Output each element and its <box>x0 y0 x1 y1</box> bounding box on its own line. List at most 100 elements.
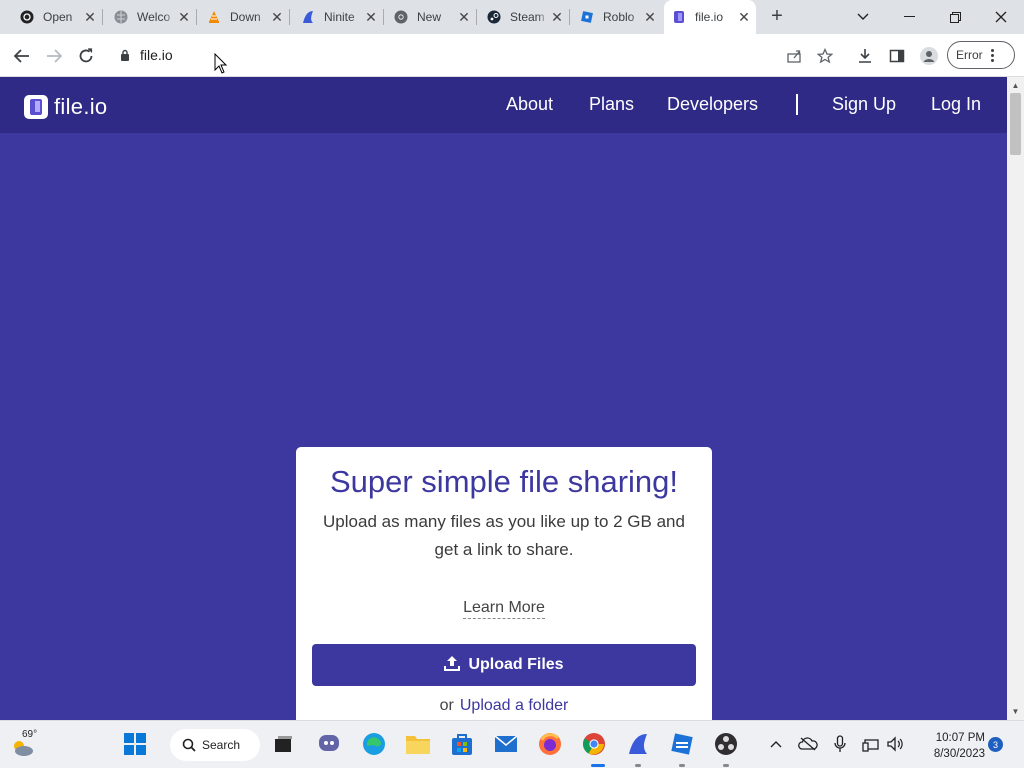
microphone-icon[interactable] <box>829 731 851 757</box>
obs-studio-icon[interactable] <box>713 731 739 757</box>
nav-plans[interactable]: Plans <box>589 94 634 115</box>
search-label: Search <box>202 738 241 752</box>
show-hidden-icons-chevron[interactable] <box>764 731 788 757</box>
profile-avatar[interactable] <box>915 42 943 70</box>
tab-title: file.io <box>695 10 724 24</box>
mouse-cursor-icon <box>214 52 228 80</box>
nav-developers[interactable]: Developers <box>667 94 758 115</box>
taskbar-search[interactable]: Search <box>170 729 260 761</box>
nav-sign-up[interactable]: Sign Up <box>832 94 896 115</box>
close-tab-icon[interactable]: ✕ <box>549 9 565 25</box>
tab-download[interactable]: Down ✕ <box>199 4 290 30</box>
start-menu-icon[interactable] <box>122 731 148 757</box>
tab-title: Open <box>43 10 73 24</box>
learn-more-link[interactable]: Learn More <box>463 599 545 619</box>
close-tab-icon[interactable]: ✕ <box>456 9 472 25</box>
side-panel-icon[interactable] <box>883 42 911 70</box>
active-app-indicator <box>591 764 605 767</box>
network-icon[interactable] <box>860 731 882 757</box>
fileio-icon <box>672 10 686 24</box>
edge-icon[interactable] <box>361 731 387 757</box>
url-text: file.io <box>140 47 173 63</box>
weather-temperature: 69° <box>22 729 38 740</box>
reload-button[interactable] <box>72 42 100 70</box>
notification-badge[interactable]: 3 <box>988 737 1003 752</box>
restore-button[interactable] <box>932 0 978 34</box>
close-tab-icon[interactable]: ✕ <box>736 9 752 25</box>
tab-title: Roblo <box>603 10 635 24</box>
tab-new[interactable]: New ✕ <box>386 4 477 30</box>
onedrive-offline-icon[interactable] <box>796 731 820 757</box>
teams-chat-icon[interactable] <box>316 731 342 757</box>
tab-title: Down <box>230 10 261 24</box>
fileio-logo-icon <box>24 95 48 119</box>
firefox-icon[interactable] <box>537 731 563 757</box>
roblox-studio-icon[interactable] <box>669 731 695 757</box>
tab-openai[interactable]: Open ✕ <box>12 4 103 30</box>
back-button[interactable] <box>8 42 36 70</box>
tab-search-chevron-icon[interactable] <box>840 0 886 34</box>
hero-title: Super simple file sharing! <box>329 464 679 499</box>
windows-taskbar: 69° Search 10:07 PM 8/30/2023 3 <box>0 720 1024 768</box>
partly-cloudy-icon <box>10 739 34 762</box>
or-text: or <box>439 697 454 714</box>
scroll-down-icon[interactable]: ▼ <box>1011 707 1020 716</box>
downloads-icon[interactable] <box>851 42 879 70</box>
ninite-taskbar-icon[interactable] <box>625 731 651 757</box>
forward-button[interactable] <box>40 42 68 70</box>
upload-files-label: Upload Files <box>468 656 564 673</box>
clock-time: 10:07 PM <box>935 732 985 744</box>
vlc-icon <box>207 10 221 24</box>
chrome-icon <box>394 10 408 24</box>
tab-roblox[interactable]: Roblo ✕ <box>572 4 662 30</box>
microsoft-store-icon[interactable] <box>449 731 475 757</box>
file-explorer-icon[interactable] <box>405 731 431 757</box>
tab-steam[interactable]: Steam ✕ <box>479 4 570 30</box>
more-menu-icon[interactable] <box>990 48 994 62</box>
site-navbar: file.io About Plans Developers Sign Up L… <box>0 77 1007 133</box>
logo-text: file.io <box>54 94 108 119</box>
system-clock[interactable]: 10:07 PM 8/30/2023 <box>915 730 985 762</box>
ninite-icon <box>301 10 315 24</box>
task-view-icon[interactable] <box>270 731 296 757</box>
minimize-button[interactable] <box>886 0 932 34</box>
weather-widget[interactable]: 69° <box>8 729 44 761</box>
nav-about[interactable]: About <box>506 94 553 115</box>
scroll-up-icon[interactable]: ▲ <box>1011 81 1020 90</box>
scrollbar-thumb[interactable] <box>1010 93 1021 155</box>
site-logo[interactable]: file.io <box>24 94 107 120</box>
page-content: file.io About Plans Developers Sign Up L… <box>0 77 1007 720</box>
nav-log-in[interactable]: Log In <box>931 94 981 115</box>
roblox-icon <box>580 10 594 24</box>
chrome-taskbar-icon[interactable] <box>581 731 607 757</box>
volume-icon[interactable] <box>884 731 906 757</box>
new-tab-button[interactable]: + <box>766 6 788 28</box>
globe-icon <box>114 10 128 24</box>
tab-title: Steam <box>510 10 545 24</box>
vertical-scrollbar[interactable]: ▲ ▼ <box>1007 77 1024 720</box>
close-tab-icon[interactable]: ✕ <box>269 9 285 25</box>
close-tab-icon[interactable]: ✕ <box>642 9 658 25</box>
tab-ninite[interactable]: Ninite ✕ <box>293 4 384 30</box>
close-window-button[interactable] <box>978 0 1024 34</box>
close-tab-icon[interactable]: ✕ <box>176 9 192 25</box>
tab-welcome[interactable]: Welco ✕ <box>106 4 197 30</box>
share-icon[interactable] <box>780 42 808 70</box>
upload-files-button[interactable]: Upload Files <box>312 644 696 686</box>
hero-subtitle: Upload as many files as you like up to 2… <box>323 512 685 559</box>
tab-title: Welco <box>137 10 171 24</box>
browser-toolbar: file.io Error <box>0 34 1024 77</box>
mail-icon[interactable] <box>493 731 519 757</box>
address-bar[interactable]: file.io <box>108 39 772 71</box>
upload-card: Super simple file sharing! Upload as man… <box>296 447 712 720</box>
tab-title: New <box>417 10 442 24</box>
profile-error-button[interactable]: Error <box>947 41 1015 69</box>
upload-folder-link[interactable]: Upload a folder <box>460 697 569 714</box>
steam-icon <box>487 10 501 24</box>
close-tab-icon[interactable]: ✕ <box>82 9 98 25</box>
bookmark-star-icon[interactable] <box>811 42 839 70</box>
search-icon <box>182 738 196 752</box>
tab-fileio[interactable]: file.io ✕ <box>664 0 756 34</box>
close-tab-icon[interactable]: ✕ <box>363 9 379 25</box>
lock-icon <box>120 49 130 61</box>
